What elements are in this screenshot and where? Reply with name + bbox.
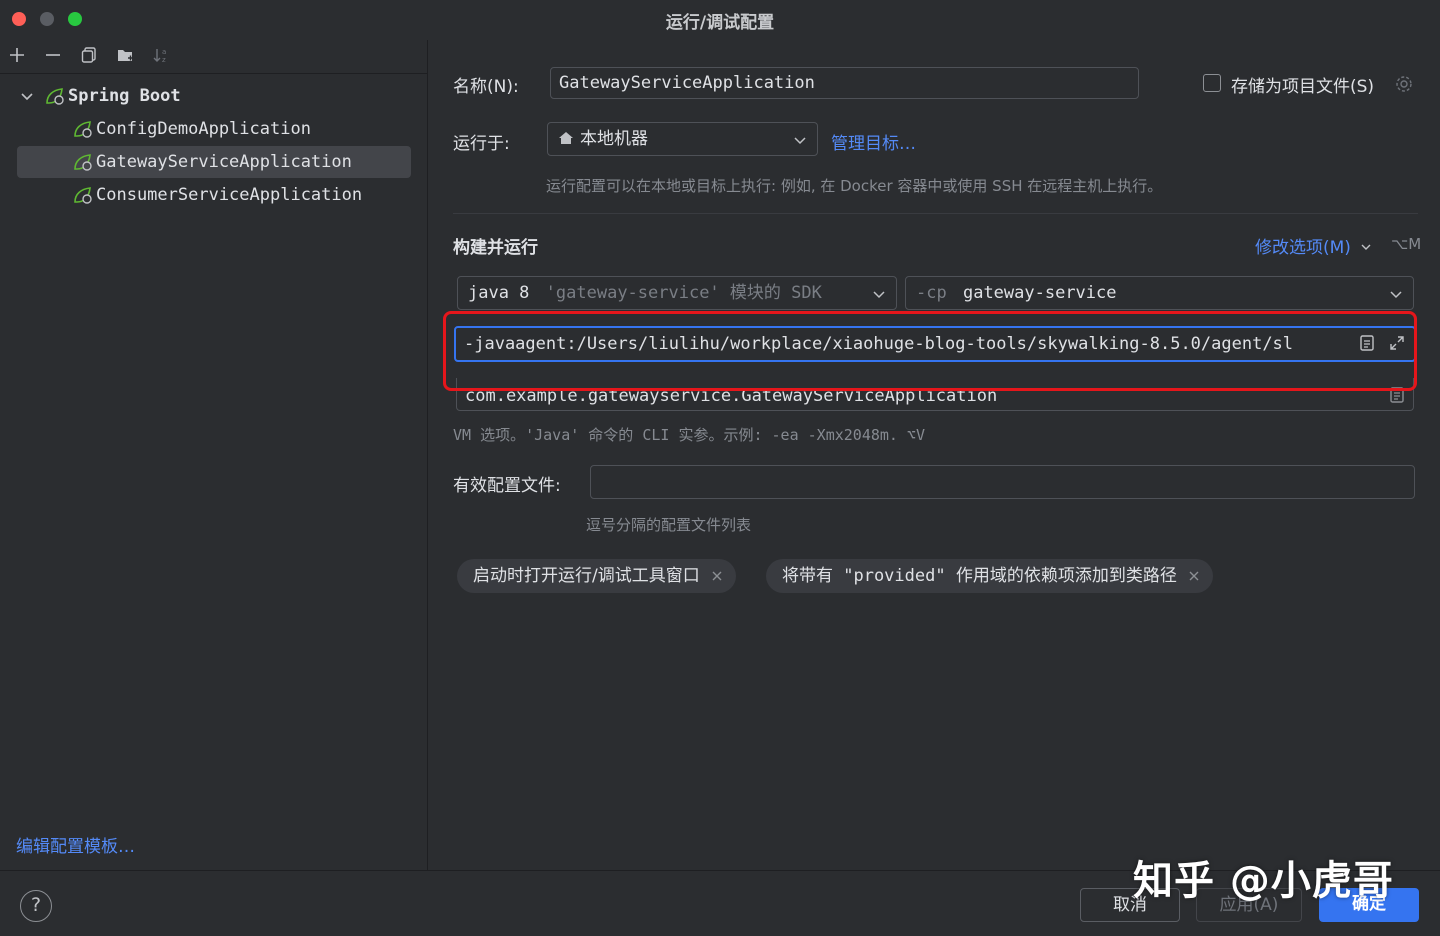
chevron-down-icon[interactable] [18, 87, 36, 105]
chip-label: 启动时打开运行/调试工具窗口 [473, 566, 700, 586]
vm-options-hint: VM 选项。'Java' 命令的 CLI 实参。示例: -ea -Xmx2048… [453, 426, 926, 444]
document-icon[interactable] [1358, 334, 1376, 352]
classpath-prefix: -cp [916, 283, 947, 303]
spring-boot-icon [74, 187, 92, 204]
active-profiles-input[interactable] [590, 465, 1415, 499]
tree-item-config-demo[interactable]: ConfigDemoApplication [72, 113, 311, 145]
folder-icon[interactable] [114, 46, 136, 68]
section-divider [453, 213, 1418, 214]
home-icon [559, 132, 573, 144]
title-bar: 运行/调试配置 [0, 0, 1440, 40]
run-on-hint: 运行配置可以在本地或目标上执行: 例如, 在 Docker 容器中或使用 SSH… [546, 177, 1163, 195]
active-profiles-label: 有效配置文件: [453, 476, 561, 496]
sort-icon[interactable]: az [150, 46, 172, 68]
run-on-dropdown[interactable]: 本地机器 [547, 122, 818, 156]
spring-boot-icon [74, 121, 92, 138]
svg-text:a: a [162, 48, 166, 56]
option-chip-provided-scope[interactable]: 将带有 "provided" 作用域的依赖项添加到类路径 [766, 559, 1213, 593]
chevron-down-icon [873, 291, 885, 299]
tree-group-spring-boot[interactable]: Spring Boot [18, 80, 181, 112]
config-form: 名称(N): GatewayServiceApplication 存储为项目文件… [429, 40, 1440, 870]
copy-icon[interactable] [78, 46, 100, 68]
remove-icon[interactable] [42, 46, 64, 68]
add-icon[interactable] [6, 46, 28, 68]
name-input[interactable]: GatewayServiceApplication [550, 67, 1139, 99]
name-label: 名称(N): [453, 77, 519, 97]
run-on-label: 运行于: [453, 134, 510, 154]
modify-options-shortcut: ⌥M [1391, 235, 1422, 253]
modify-options-label: 修改选项(M) [1255, 238, 1351, 258]
store-as-project-file-label: 存储为项目文件(S) [1231, 77, 1375, 97]
modify-options-link[interactable]: 修改选项(M) [1255, 233, 1372, 258]
sidebar-toolbar: az [0, 40, 428, 74]
expand-icon[interactable] [1388, 334, 1406, 352]
tree-item-label: GatewayServiceApplication [96, 152, 352, 172]
tree-item-label: ConsumerServiceApplication [96, 185, 363, 205]
option-chip-open-tool-window[interactable]: 启动时打开运行/调试工具窗口 [457, 559, 736, 593]
chevron-down-icon [1390, 291, 1402, 299]
close-icon[interactable] [710, 569, 724, 583]
run-on-value: 本地机器 [580, 129, 648, 149]
spring-boot-icon [74, 154, 92, 171]
tree-item-label: ConfigDemoApplication [96, 119, 311, 139]
watermark: 知乎 @小虎哥 [1133, 858, 1394, 904]
sdk-prefix: java 8 [468, 283, 530, 303]
edit-templates-link[interactable]: 编辑配置模板… [16, 832, 135, 857]
chip-label: 将带有 "provided" 作用域的依赖项添加到类路径 [782, 566, 1177, 586]
manage-targets-link[interactable]: 管理目标… [831, 129, 916, 154]
sdk-dropdown[interactable]: java 8 'gateway-service' 模块的 SDK [457, 276, 897, 310]
sidebar: az Spring Boot ConfigDemoApplication Gat… [0, 40, 428, 870]
build-and-run-heading: 构建并运行 [453, 238, 538, 258]
classpath-value: gateway-service [962, 283, 1117, 303]
active-profiles-hint: 逗号分隔的配置文件列表 [586, 516, 752, 534]
main-class-input[interactable]: com.example.gatewayservice.GatewayServic… [456, 378, 1414, 411]
close-icon[interactable] [1187, 569, 1201, 583]
sdk-detail: 'gateway-service' 模块的 SDK [545, 283, 822, 303]
classpath-dropdown[interactable]: -cp gateway-service [905, 276, 1414, 310]
chevron-down-icon [1361, 244, 1371, 250]
gear-icon[interactable] [1395, 75, 1413, 93]
window-title: 运行/调试配置 [665, 13, 775, 33]
tree-group-label: Spring Boot [68, 86, 181, 106]
document-icon[interactable] [1388, 386, 1406, 404]
chevron-down-icon [794, 137, 806, 145]
svg-text:z: z [162, 56, 166, 64]
help-button[interactable]: ? [20, 890, 52, 922]
store-as-project-file-checkbox[interactable] [1203, 74, 1221, 92]
spring-boot-icon [46, 88, 64, 105]
tree-item-gateway-service[interactable]: GatewayServiceApplication [17, 146, 411, 178]
vm-options-input[interactable]: -javaagent:/Users/liulihu/workplace/xiao… [454, 326, 1416, 362]
tree-item-consumer-service[interactable]: ConsumerServiceApplication [72, 179, 362, 211]
